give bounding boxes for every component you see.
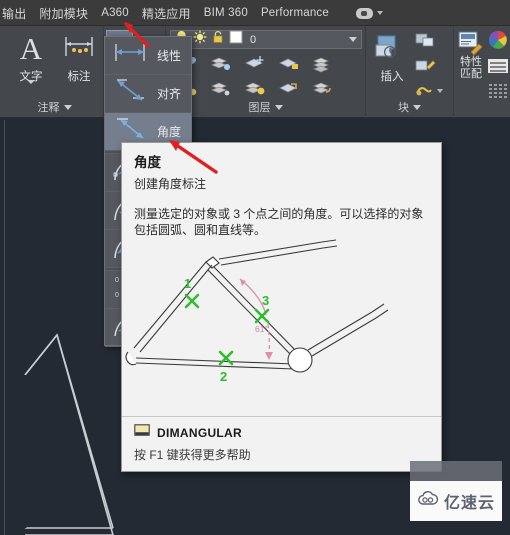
svg-text:0: 0 (115, 277, 119, 284)
chevron-down-icon (376, 11, 383, 15)
layer-change-icon[interactable] (274, 77, 304, 99)
command-tooltip: 角度 创建角度标注 测量选定的对象或 3 个点之间的角度。可以选择的对象包括圆弧… (121, 142, 442, 472)
chevron-down-icon (63, 104, 72, 110)
aligned-dimension-icon (111, 76, 151, 111)
flyout-item-linear-label: 线性 (157, 49, 182, 63)
current-layer-name: 0 (250, 33, 257, 46)
tab-performance[interactable]: Performance (261, 7, 329, 19)
layer-thaw-icon[interactable] (206, 77, 236, 99)
insert-block-icon (370, 30, 414, 68)
tab-addins[interactable]: 附加模块 (39, 5, 88, 22)
block-editor-icon[interactable] (414, 82, 443, 99)
svg-text:2: 2 (220, 369, 227, 384)
layer-unlock-icon[interactable] (240, 77, 270, 99)
layer-isolate-icon[interactable] (206, 53, 236, 75)
tab-bim360[interactable]: BIM 360 (204, 7, 248, 19)
tooltip-title: 角度 (134, 155, 161, 170)
lineweight-icon[interactable] (488, 82, 508, 103)
text-button[interactable]: A 文字 (8, 30, 54, 102)
cloud-icon (417, 490, 439, 512)
layer-selector[interactable]: 0 (170, 30, 362, 49)
chevron-down-icon[interactable] (349, 37, 357, 42)
layer-previous-icon[interactable] (308, 77, 338, 99)
screencast-button[interactable] (355, 7, 383, 19)
flyout-item-linear[interactable]: 线性 (105, 37, 191, 75)
insert-button[interactable]: 插入 (370, 30, 414, 84)
panel-annotation: A 文字 标注 注释 (6, 26, 104, 118)
chevron-down-icon (27, 80, 35, 101)
lock-icon[interactable] (212, 30, 224, 49)
layer-freeze-icon[interactable] (240, 53, 270, 75)
watermark: 亿速云 (410, 481, 502, 521)
tab-a360[interactable]: A360 (101, 7, 129, 19)
dimension-button-label: 标注 (67, 71, 91, 83)
sun-icon[interactable] (193, 30, 207, 49)
linetype-icon[interactable] (488, 59, 508, 78)
linear-dimension-icon (111, 40, 151, 71)
panel-properties: 特性 匹配 (454, 26, 510, 118)
layer-lock-icon[interactable] (274, 53, 304, 75)
text-icon: A (19, 31, 43, 66)
menu-tab-bar: 输出 附加模块 A360 精选应用 BIM 360 Performance (0, 0, 510, 26)
match-properties-label-1: 特性 (460, 56, 482, 68)
svg-text:1: 1 (184, 276, 191, 291)
screencast-icon (355, 7, 373, 19)
tooltip-help-hint: 按 F1 键获得更多帮助 (134, 448, 251, 462)
layer-merge-icon[interactable] (308, 53, 338, 75)
panel-layers-title[interactable]: 图层 (166, 99, 365, 115)
match-properties-icon (456, 30, 486, 56)
match-properties-button[interactable]: 特性 匹配 (456, 30, 486, 80)
chevron-down-icon (437, 88, 443, 93)
panel-block: 插入 块 (366, 26, 454, 118)
tooltip-footer: DIMANGULAR 按 F1 键获得更多帮助 (122, 416, 441, 471)
flyout-item-aligned-label: 对齐 (157, 87, 182, 101)
svg-text:0: 0 (115, 292, 119, 299)
insert-button-label: 插入 (380, 71, 404, 83)
ribbon: A 文字 标注 注释 0 图层 插入 块 特性 匹配 (0, 26, 510, 118)
dimension-button[interactable]: 标注 (56, 30, 102, 84)
panel-block-title[interactable]: 块 (366, 99, 453, 115)
tab-featured-apps[interactable]: 精选应用 (142, 5, 191, 22)
layer-tools-grid (172, 53, 338, 99)
edit-attribute-icon[interactable] (414, 57, 443, 79)
block-side-tools (414, 32, 443, 99)
panel-block-title-label: 块 (398, 102, 409, 114)
panel-layers-title-label: 图层 (248, 102, 271, 114)
tooltip-subtitle: 创建角度标注 (134, 177, 207, 191)
tooltip-command-name: DIMANGULAR (157, 425, 242, 440)
command-icon (134, 423, 150, 442)
panel-annotation-title[interactable]: 注释 (6, 99, 103, 115)
watermark-strip (410, 461, 502, 481)
chevron-down-icon (274, 104, 283, 110)
layer-color-swatch[interactable] (229, 30, 243, 49)
match-properties-label-2: 匹配 (460, 68, 482, 80)
tab-output[interactable]: 输出 (2, 5, 26, 22)
svg-text:3: 3 (262, 293, 269, 308)
tooltip-illustration: 61° 1 2 3 (122, 238, 441, 416)
watermark-text: 亿速云 (443, 495, 495, 512)
svg-text:61°: 61° (255, 324, 268, 334)
autocad-window: 输出 附加模块 A360 精选应用 BIM 360 Performance A … (0, 0, 510, 535)
flyout-item-aligned[interactable]: 对齐 (105, 75, 191, 113)
color-wheel-icon[interactable] (488, 30, 508, 55)
flyout-item-angular-label: 角度 (157, 125, 182, 139)
panel-annotation-title-label: 注释 (37, 102, 60, 114)
create-block-icon[interactable] (414, 32, 443, 54)
panel-layers: 0 图层 (166, 26, 366, 118)
chevron-down-icon (413, 104, 421, 110)
dimension-icon (56, 30, 102, 68)
properties-side-tools (488, 30, 508, 103)
